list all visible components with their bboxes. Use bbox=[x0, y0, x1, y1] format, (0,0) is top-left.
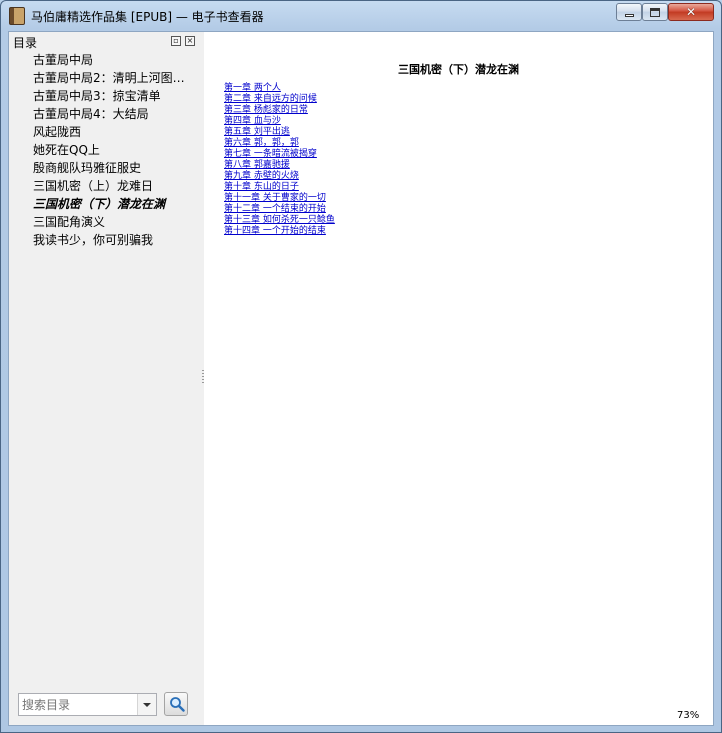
close-x-icon: ✕ bbox=[685, 5, 697, 19]
chapter-link[interactable]: 第二章 来自远方的问候 bbox=[224, 94, 335, 105]
toc-item[interactable]: 三国机密（上）龙难日 bbox=[33, 177, 201, 195]
search-history-dropdown[interactable] bbox=[137, 694, 156, 715]
zoom-level: 73% bbox=[677, 710, 700, 721]
book-content-view: 三国机密（下）潜龙在渊 第一章 两个人 第二章 来自远方的问候 第三章 杨彪家的日常… bbox=[204, 32, 713, 725]
chapter-link[interactable]: 第七章 一条暗流被揭穿 bbox=[224, 149, 335, 160]
toc-item[interactable]: 三国配角演义 bbox=[33, 213, 201, 231]
chapter-link[interactable]: 第十二章 一个结束的开始 bbox=[224, 204, 335, 215]
toc-item[interactable]: 古董局中局3：掠宝清单 bbox=[33, 87, 201, 105]
title-bar[interactable]: 马伯庸精选作品集 [EPUB] — 电子书查看器 ✕ bbox=[1, 1, 721, 31]
toc-item[interactable]: 古董局中局2：清明上河图… bbox=[33, 69, 201, 87]
chapter-link[interactable]: 第十章 东山的日子 bbox=[224, 182, 335, 193]
chapter-link[interactable]: 第四章 血与沙 bbox=[224, 116, 335, 127]
app-window: 马伯庸精选作品集 [EPUB] — 电子书查看器 ✕ 目录 ▫ × 古董局中局古… bbox=[0, 0, 722, 733]
minimize-icon bbox=[624, 14, 634, 17]
maximize-icon bbox=[650, 7, 660, 17]
book-title: 三国机密（下）潜龙在渊 bbox=[398, 63, 519, 76]
toc-item[interactable]: 古董局中局4：大结局 bbox=[33, 105, 201, 123]
close-button[interactable]: ✕ bbox=[668, 3, 714, 21]
chevron-down-icon bbox=[143, 702, 151, 707]
client-area: 目录 ▫ × 古董局中局 古董局中局2：清明上河图… 古董局中局3：掠宝清单 古董局中… bbox=[8, 31, 714, 726]
toc-panel: 目录 ▫ × 古董局中局 古董局中局2：清明上河图… 古董局中局3：掠宝清单 古董局中… bbox=[9, 32, 202, 725]
toc-item[interactable]: 三国机密（下）潜龙在渊 bbox=[33, 195, 201, 213]
book-icon bbox=[9, 7, 25, 25]
float-icon[interactable]: ▫ bbox=[171, 36, 181, 46]
maximize-button[interactable] bbox=[642, 3, 668, 21]
search-input[interactable] bbox=[19, 694, 137, 715]
close-icon[interactable]: × bbox=[185, 36, 195, 46]
chapter-link[interactable]: 第十四章 一个开始的结束 bbox=[224, 226, 335, 237]
chapter-link[interactable]: 第五章 刘平出逃 bbox=[224, 127, 335, 138]
chapter-link-list: 第一章 两个人 第二章 来自远方的问候 第三章 杨彪家的日常 第四章 血与沙 第五章 刘… bbox=[224, 83, 335, 237]
toc-item[interactable]: 我读书少，你可别骗我 bbox=[33, 231, 201, 249]
search-icon bbox=[170, 697, 185, 712]
toc-list: 古董局中局 古董局中局2：清明上河图… 古董局中局3：掠宝清单 古董局中局4：大结局风… bbox=[33, 51, 201, 249]
toc-panel-title: 目录 bbox=[13, 36, 38, 50]
toc-item[interactable]: 殷商舰队玛雅征服史 bbox=[33, 159, 201, 177]
window-title: 马伯庸精选作品集 [EPUB] — 电子书查看器 bbox=[31, 10, 264, 24]
chapter-link[interactable]: 第八章 郭嘉驰援 bbox=[224, 160, 335, 171]
search-button[interactable] bbox=[164, 692, 188, 716]
chapter-link[interactable]: 第十一章 关于曹家的一切 bbox=[224, 193, 335, 204]
chapter-link[interactable]: 第九章 赤壁的火烧 bbox=[224, 171, 335, 182]
chapter-link[interactable]: 第一章 两个人 bbox=[224, 83, 335, 94]
chapter-link[interactable]: 第十三章 如何杀死一只鲶鱼 bbox=[224, 215, 335, 226]
chapter-link[interactable]: 第三章 杨彪家的日常 bbox=[224, 105, 335, 116]
toc-item[interactable]: 风起陇西 bbox=[33, 123, 201, 141]
chapter-link[interactable]: 第六章 郭，郭，郭 bbox=[224, 138, 335, 149]
toc-search-combobox[interactable] bbox=[18, 693, 157, 716]
toc-item[interactable]: 古董局中局 bbox=[33, 51, 201, 69]
minimize-button[interactable] bbox=[616, 3, 642, 21]
toc-item[interactable]: 她死在QQ上 bbox=[33, 141, 201, 159]
